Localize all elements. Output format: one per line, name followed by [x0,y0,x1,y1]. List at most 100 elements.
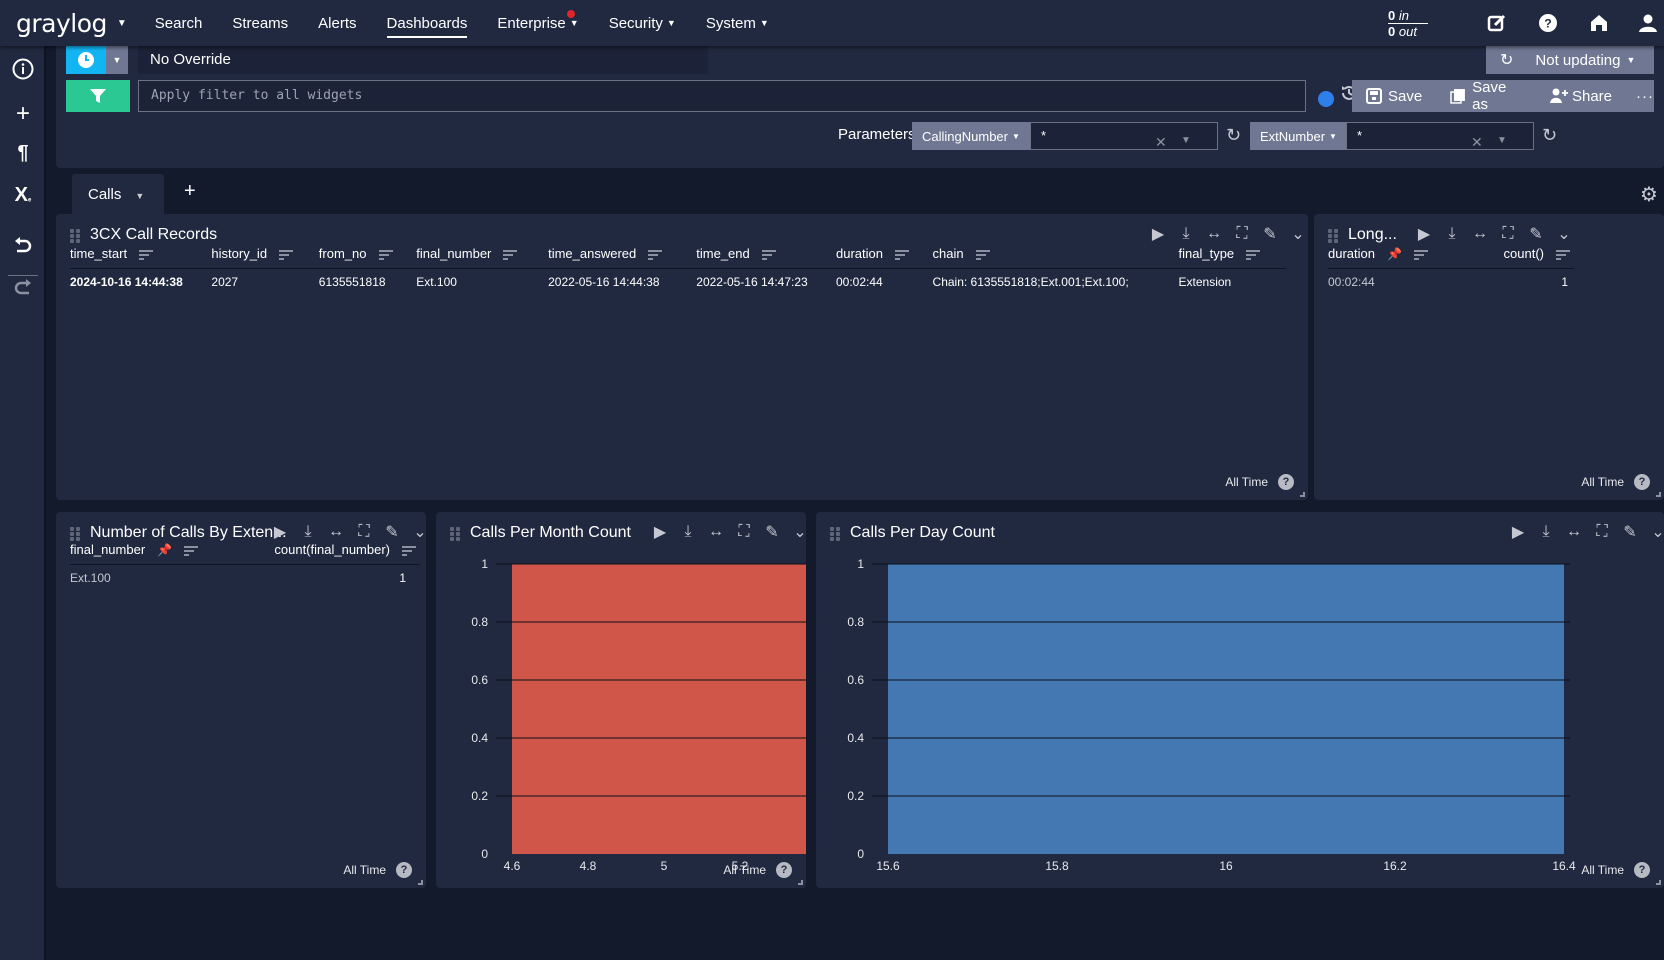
sort-icon[interactable] [761,249,776,260]
sort-icon[interactable] [184,545,199,556]
edit-icon[interactable] [1485,11,1509,35]
column-header[interactable]: time_answered [548,240,697,269]
resize-handle[interactable] [798,880,803,885]
column-header[interactable]: duration 📌 [1328,240,1475,269]
y-tick-label: 0.2 [471,789,488,803]
nav-security[interactable]: Security ▼ [609,0,676,46]
throughput-in-label: in [1398,8,1409,23]
help-icon[interactable]: ? [1634,474,1650,490]
column-header[interactable]: history_id [211,240,319,269]
calls-per-day-chart[interactable]: 0 0.2 0.4 0.6 0.8 1 15.6 15.8 16 16.2 16.4 [816,512,1664,888]
refresh-parameter-icon[interactable]: ↻ [1226,125,1241,146]
column-header[interactable]: final_type [1178,240,1286,269]
table-cell: Chain: 6135551818;Ext.001;Ext.100; [932,275,1129,290]
column-header[interactable]: final_number 📌 [70,536,237,565]
column-header[interactable]: from_no [318,240,417,269]
bar[interactable] [888,564,1564,854]
redo-icon[interactable] [0,278,46,304]
more-actions-button[interactable]: ··· [1636,88,1654,105]
parameter-extnumber-value[interactable]: * ✕ ▼ [1346,122,1534,150]
help-icon[interactable]: ? [1278,474,1294,490]
add-tab-button[interactable]: + [184,180,196,203]
clear-icon[interactable]: ✕ [1471,129,1483,155]
chevron-down-icon: ▼ [1626,55,1636,65]
tab-calls[interactable]: Calls ▼ [72,174,164,214]
resize-handle[interactable] [1300,492,1305,497]
chevron-down-icon[interactable]: ▼ [1181,128,1191,154]
graylog-logo[interactable]: graylog [16,9,107,38]
save-button[interactable]: Save [1366,88,1422,105]
sort-icon[interactable] [1246,249,1261,260]
column-header[interactable]: duration [836,240,933,269]
parameters-label: Parameters [838,126,916,143]
nav-search[interactable]: Search [155,0,203,46]
sort-icon[interactable] [1413,249,1428,260]
sort-icon[interactable] [402,545,416,556]
query-hint-icon[interactable] [1318,91,1334,107]
parameter-callingnumber-name[interactable]: CallingNumber ▼ [912,122,1030,150]
help-icon[interactable]: ? [776,862,792,878]
filter-input[interactable]: Apply filter to all widgets [138,80,1306,112]
paragraph-icon[interactable]: ¶ [0,142,46,165]
nav-alerts[interactable]: Alerts [318,0,356,46]
clear-icon[interactable]: ✕ [1155,129,1167,155]
help-icon[interactable]: ? [396,862,412,878]
sort-icon[interactable] [894,249,909,260]
gear-icon[interactable]: ⚙ [1640,182,1658,207]
column-header[interactable]: time_start [70,240,212,269]
sort-icon[interactable] [378,249,393,260]
time-range-dropdown[interactable]: ▼ [106,46,128,74]
sort-icon[interactable] [975,249,990,260]
refresh-label: Not updating [1535,51,1621,69]
column-header[interactable]: time_end [696,240,836,269]
help-icon[interactable]: ? [1634,862,1650,878]
sort-icon[interactable] [503,249,518,260]
sort-icon[interactable] [139,249,154,260]
column-header[interactable]: final_number [416,240,549,269]
nav-streams[interactable]: Streams [232,0,288,46]
apply-filter-button[interactable] [66,80,130,112]
sort-icon[interactable] [648,249,663,260]
column-header[interactable]: count() [1474,240,1574,269]
bar[interactable] [512,564,806,854]
column-label: final_number [416,246,492,262]
share-button[interactable]: Share [1549,88,1612,105]
column-label: history_id [211,246,268,262]
chevron-down-icon[interactable]: ⌄ [1288,224,1308,244]
add-icon[interactable]: + [0,100,46,128]
column-label: final_number [70,542,146,558]
chevron-down-icon[interactable]: ▼ [1497,128,1507,154]
resize-handle[interactable] [418,880,423,885]
time-range-button[interactable] [66,46,106,74]
home-icon[interactable] [1587,11,1611,35]
nav-system[interactable]: System ▼ [706,0,769,46]
parameter-extnumber-name[interactable]: ExtNumber ▼ [1250,122,1346,150]
undo-icon[interactable] [0,236,46,262]
save-as-button[interactable]: Save as [1450,79,1526,113]
refresh-dropdown[interactable]: ↻ Not updating ▼ [1486,46,1654,74]
nav-enterprise[interactable]: Enterprise ▼ [497,0,579,46]
pin-icon[interactable]: 📌 [157,543,172,557]
chevron-down-icon[interactable]: ▼ [135,191,144,201]
column-header[interactable]: count(final_number) [236,536,420,565]
help-icon[interactable]: ? [1536,11,1560,35]
resize-handle[interactable] [1656,880,1661,885]
throughput-indicator[interactable]: 0 in 0 out [1388,8,1428,39]
user-icon[interactable] [1636,11,1660,35]
refresh-parameter-icon[interactable]: ↻ [1542,125,1557,146]
time-override-display[interactable]: No Override [138,46,708,74]
sort-icon[interactable] [1556,249,1570,260]
nav-dashboards[interactable]: Dashboards [386,0,467,46]
resize-handle[interactable] [1656,492,1661,497]
pin-icon[interactable]: 📌 [1387,247,1402,261]
sort-icon[interactable] [279,249,294,260]
parameter-callingnumber-value[interactable]: * ✕ ▼ [1030,122,1218,150]
logo-caret-icon[interactable]: ▼ [117,18,127,29]
parameters-icon[interactable]: Xₑ [0,184,46,207]
calls-per-month-chart[interactable]: 00.20.40.60.814.64.855.25.4 [436,512,806,888]
column-header[interactable]: chain [932,240,1179,269]
info-icon[interactable] [0,58,46,86]
chevron-down-icon: ▼ [1011,131,1020,141]
table-row: 2024-10-16 14:44:38 2027 6135551818 Ext.100… [70,268,1286,296]
x-tick-label: 16.4 [1552,859,1576,873]
